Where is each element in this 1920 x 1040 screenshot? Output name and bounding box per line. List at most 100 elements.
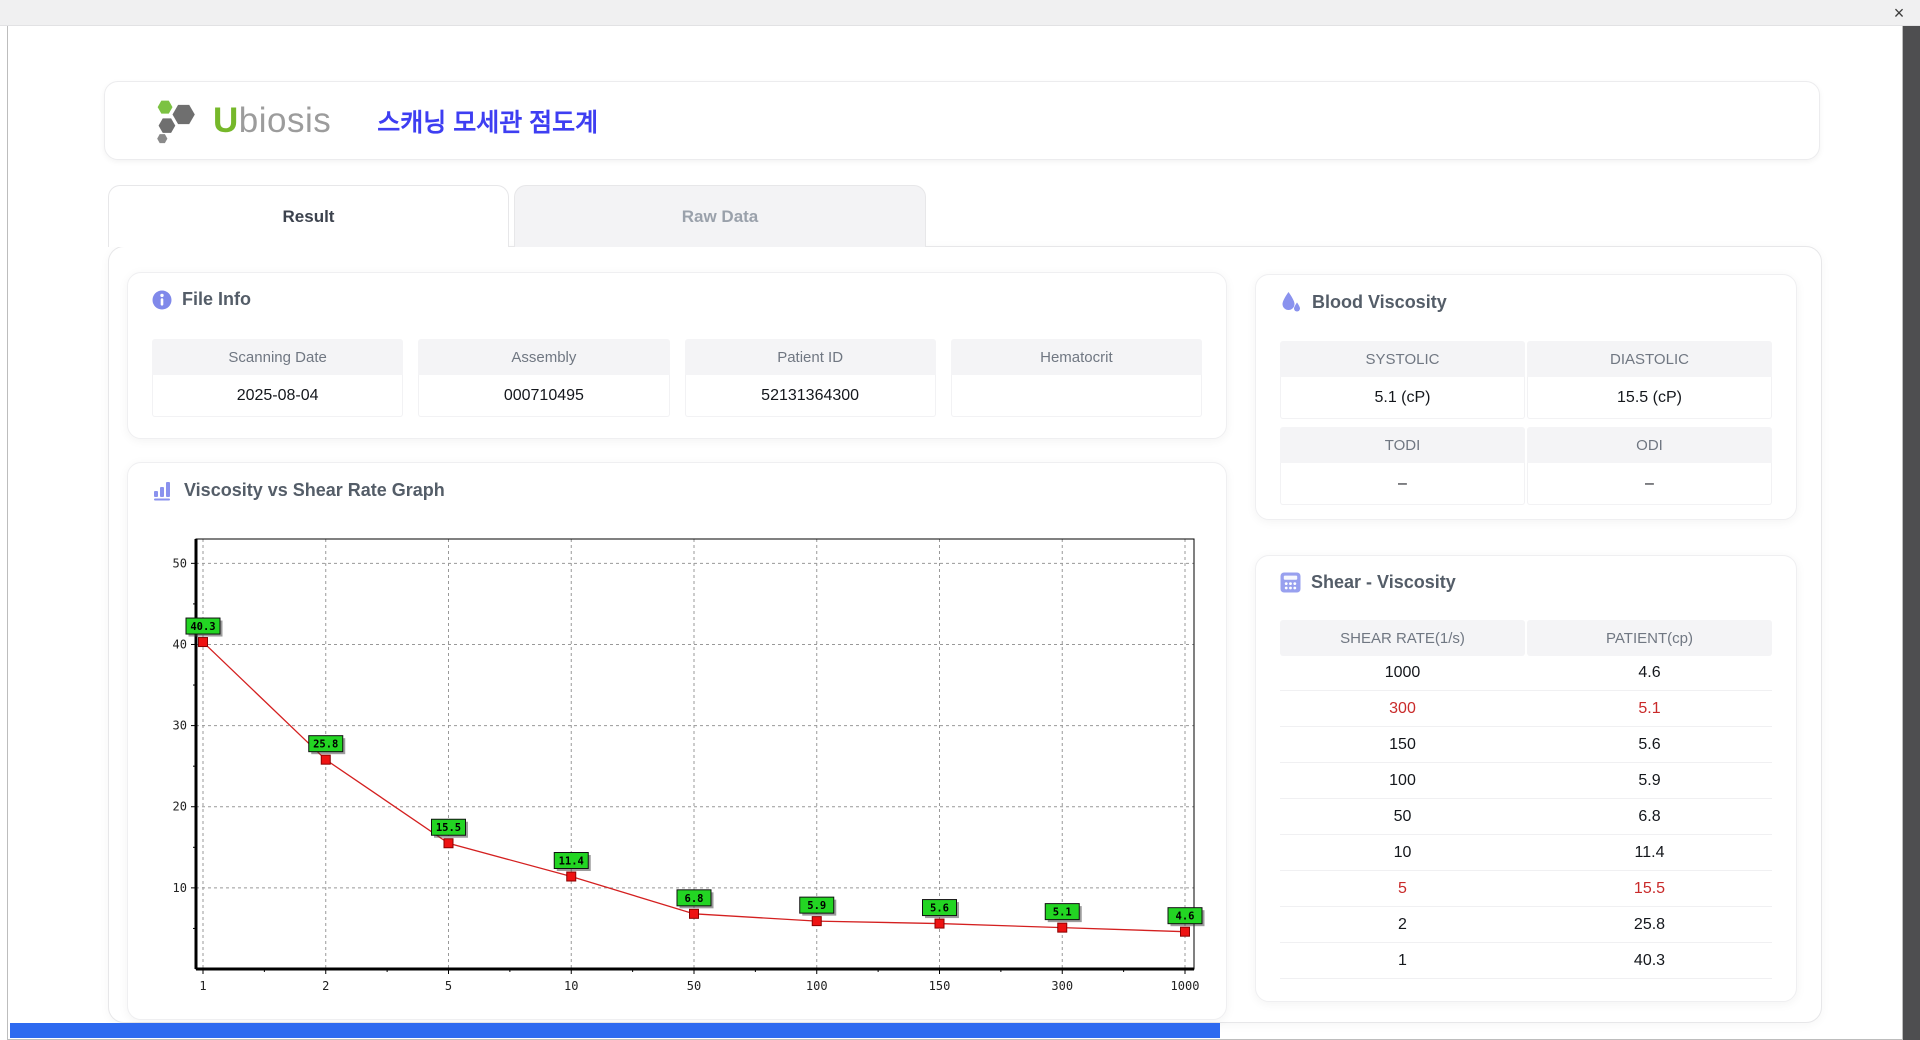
brand-u: U	[213, 100, 239, 140]
shear-table-body: 1000 4.6 300 5.1 150 5.6 100 5.9 50 6.8 10 11.4 5 15.…	[1280, 655, 1772, 979]
scrollbar[interactable]	[1903, 26, 1920, 1040]
field-value	[950, 375, 1202, 417]
patient-viscosity-value: 5.9	[1638, 771, 1661, 789]
shear-viscosity-title: Shear - Viscosity	[1280, 572, 1456, 593]
svg-text:40.3: 40.3	[190, 621, 215, 633]
file-info-title-label: File Info	[182, 289, 251, 309]
svg-text:25.8: 25.8	[313, 739, 338, 751]
svg-text:6.8: 6.8	[685, 893, 704, 905]
file-info-grid: Scanning Date 2025-08-04 Assembly 000710…	[152, 339, 1202, 417]
patient-viscosity-value: 25.8	[1633, 915, 1666, 933]
patient-viscosity-value: 40.3	[1633, 951, 1666, 969]
svg-text:150: 150	[929, 979, 951, 993]
patient-viscosity-value: 11.4	[1634, 843, 1665, 861]
bar-chart-icon	[154, 482, 170, 501]
svg-text:50: 50	[687, 979, 701, 993]
blood-viscosity-row-todi-odi: TODI – ODI –	[1280, 427, 1772, 505]
info-icon	[152, 290, 172, 309]
shear-viscosity-card: Shear - Viscosity SHEAR RATE(1/s) PATIEN…	[1255, 555, 1797, 1002]
field-scanning-date: Scanning Date 2025-08-04	[152, 339, 404, 417]
shear-rate-value: 100	[1389, 771, 1416, 789]
svg-text:5.9: 5.9	[807, 900, 826, 912]
blood-viscosity-title-label: Blood Viscosity	[1312, 291, 1447, 312]
svg-text:4.6: 4.6	[1176, 911, 1195, 923]
close-icon[interactable]: ×	[1886, 1, 1912, 25]
svg-text:30: 30	[173, 719, 187, 733]
shear-rate-column-header: SHEAR RATE(1/s)	[1280, 620, 1525, 656]
app-window: Ubiosis 스캐닝 모세관 점도계 Result Raw Data File…	[7, 26, 1903, 1040]
file-info-card: File Info Scanning Date 2025-08-04 Assem…	[127, 272, 1227, 439]
blood-drops-icon	[1282, 292, 1300, 312]
page-title: 스캐닝 모세관 점도계	[377, 108, 599, 137]
systolic-label: SYSTOLIC	[1280, 341, 1525, 377]
svg-text:10: 10	[173, 881, 187, 895]
shear-table-row: 100 5.9	[1280, 763, 1772, 799]
svg-text:5.6: 5.6	[930, 903, 949, 915]
todi-value: –	[1280, 463, 1525, 505]
diastolic-label: DIASTOLIC	[1527, 341, 1772, 377]
shear-table-row: 150 5.6	[1280, 727, 1772, 763]
patient-viscosity-value: 6.8	[1638, 807, 1661, 825]
shear-table-row: 10 11.4	[1280, 835, 1772, 871]
field-value: 000710495	[418, 375, 670, 417]
svg-text:100: 100	[806, 979, 828, 993]
shear-rate-value: 1000	[1384, 663, 1421, 681]
field-value: 52131364300	[684, 375, 936, 417]
shear-rate-value: 300	[1389, 699, 1416, 717]
calculator-icon	[1280, 572, 1301, 593]
svg-text:1: 1	[199, 979, 206, 993]
todi-label: TODI	[1280, 427, 1525, 463]
brand-text: Ubiosis	[213, 101, 331, 141]
patient-viscosity-value: 5.1	[1638, 699, 1661, 717]
odi-value: –	[1527, 463, 1772, 505]
svg-text:5: 5	[445, 979, 452, 993]
diastolic-field: DIASTOLIC 15.5 (cP)	[1527, 341, 1772, 419]
svg-text:15.5: 15.5	[436, 822, 461, 834]
odi-label: ODI	[1527, 427, 1772, 463]
shear-table-row: 1 40.3	[1280, 943, 1772, 979]
field-value: 2025-08-04	[152, 375, 404, 417]
field-label: Assembly	[418, 339, 670, 375]
patient-viscosity-value: 4.6	[1638, 663, 1661, 681]
field-label: Hematocrit	[950, 339, 1202, 375]
shear-viscosity-title-label: Shear - Viscosity	[1311, 572, 1456, 592]
tab-raw-data[interactable]: Raw Data	[514, 185, 926, 247]
field-patient-id: Patient ID 52131364300	[684, 339, 936, 417]
shear-table-row: 2 25.8	[1280, 907, 1772, 943]
graph-title: Viscosity vs Shear Rate Graph	[152, 479, 445, 501]
systolic-field: SYSTOLIC 5.1 (cP)	[1280, 341, 1525, 419]
viscosity-shear-chart: 1 2 5 10 50 100 150 300 1000 10 20 30 40 50 40.3 25.8 15…	[173, 538, 1205, 993]
shear-table-row: 1000 4.6	[1280, 655, 1772, 691]
shear-table-header: SHEAR RATE(1/s) PATIENT(cp)	[1280, 620, 1772, 656]
field-assembly: Assembly 000710495	[418, 339, 670, 417]
field-label: Scanning Date	[152, 339, 404, 375]
svg-text:1000: 1000	[1171, 979, 1200, 993]
systolic-value: 5.1 (cP)	[1280, 377, 1525, 419]
hexagon-logo-icon	[157, 100, 195, 143]
blood-viscosity-row-sys-dia: SYSTOLIC 5.1 (cP) DIASTOLIC 15.5 (cP)	[1280, 341, 1772, 419]
tab-result[interactable]: Result	[108, 185, 509, 247]
patient-column-header: PATIENT(cp)	[1527, 620, 1772, 656]
shear-rate-value: 5	[1398, 879, 1407, 897]
window-titlebar: ×	[0, 0, 1920, 26]
diastolic-value: 15.5 (cP)	[1527, 377, 1772, 419]
odi-field: ODI –	[1527, 427, 1772, 505]
content-panel: File Info Scanning Date 2025-08-04 Assem…	[108, 246, 1822, 1023]
todi-field: TODI –	[1280, 427, 1525, 505]
shear-rate-value: 150	[1389, 735, 1416, 753]
svg-text:50: 50	[173, 556, 187, 570]
header-card: Ubiosis 스캐닝 모세관 점도계	[104, 81, 1820, 160]
brand-rest: biosis	[238, 100, 332, 140]
shear-rate-value: 1	[1398, 951, 1407, 969]
svg-text:300: 300	[1051, 979, 1073, 993]
ubiosis-logo: Ubiosis	[153, 95, 331, 147]
shear-rate-value: 10	[1393, 843, 1412, 861]
shear-rate-value: 2	[1398, 915, 1407, 933]
shear-table-row: 50 6.8	[1280, 799, 1772, 835]
patient-viscosity-value: 5.6	[1638, 735, 1661, 753]
field-hematocrit: Hematocrit	[950, 339, 1202, 417]
shear-table-row: 300 5.1	[1280, 691, 1772, 727]
svg-text:20: 20	[173, 800, 187, 814]
blood-viscosity-title: Blood Viscosity	[1280, 291, 1447, 313]
bottom-blue-bar	[10, 1023, 1220, 1038]
